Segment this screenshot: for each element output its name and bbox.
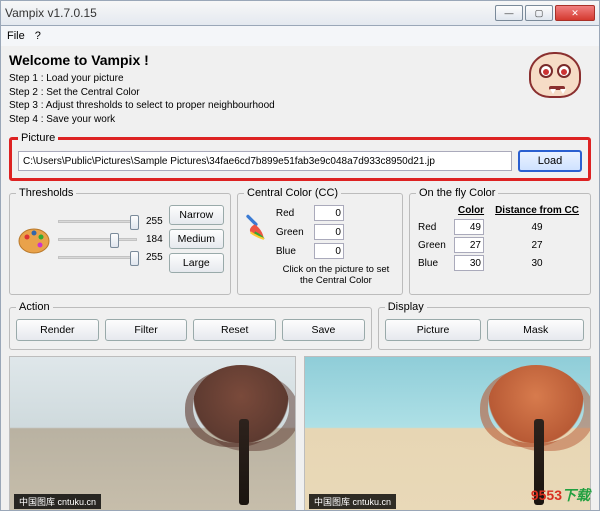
close-button[interactable]: ✕ [555,5,595,21]
medium-button[interactable]: Medium [169,229,224,249]
titlebar: Vampix v1.7.0.15 — ▢ ✕ [0,0,600,26]
save-button[interactable]: Save [282,319,365,341]
fly-blue-label: Blue [416,254,452,272]
fly-blue-value [454,255,484,271]
picture-legend: Picture [18,132,58,144]
thresholds-legend: Thresholds [16,187,76,199]
central-color-group: Central Color (CC) Red Green Blue Click … [237,187,403,295]
thresholds-group: Thresholds 255 184 255 Narrow Medium Lar… [9,187,231,295]
fly-col-color: Color [452,205,490,218]
action-legend: Action [16,301,53,313]
threshold-value-3: 255 [141,252,163,263]
step-line: Step 4 : Save your work [9,113,591,127]
palette-icon [16,221,52,257]
picture-group: Picture Load [9,132,591,181]
menu-file[interactable]: File [7,30,25,42]
picture-path-input[interactable] [18,151,512,171]
step-line: Step 3 : Adjust thresholds to select to … [9,99,591,113]
fly-col-dist: Distance from CC [490,205,584,218]
render-button[interactable]: Render [16,319,99,341]
vampire-mascot-icon [529,52,583,106]
fly-green-dist: 27 [490,236,584,254]
client-area: Welcome to Vampix ! Step 1 : Load your p… [0,46,600,511]
cc-red-value[interactable] [314,205,344,221]
cc-red-label: Red [276,208,308,219]
threshold-slider-1[interactable] [58,220,137,223]
fly-blue-dist: 30 [490,254,584,272]
threshold-slider-3[interactable] [58,256,137,259]
cc-blue-label: Blue [276,246,308,257]
menu-help[interactable]: ? [35,30,41,42]
minimize-button[interactable]: — [495,5,523,21]
site-brand: 9553下载 [531,485,590,505]
cc-green-value[interactable] [314,224,344,240]
watermark-left: 中国图库 cntuku.cn [14,494,101,509]
filter-button[interactable]: Filter [105,319,188,341]
fly-red-label: Red [416,218,452,236]
fly-color-legend: On the fly Color [416,187,498,199]
fly-red-dist: 49 [490,218,584,236]
display-picture-button[interactable]: Picture [385,319,482,341]
cc-green-label: Green [276,227,308,238]
central-color-legend: Central Color (CC) [244,187,341,199]
threshold-value-2: 184 [141,234,163,245]
fly-green-label: Green [416,236,452,254]
display-legend: Display [385,301,427,313]
display-group: Display Picture Mask [378,301,591,350]
watermark-right: 中国图库 cntuku.cn [309,494,396,509]
cc-blue-value[interactable] [314,243,344,259]
fly-red-value [454,219,484,235]
preview-left[interactable]: 中国图库 cntuku.cn [9,356,296,511]
maximize-button[interactable]: ▢ [525,5,553,21]
reset-button[interactable]: Reset [193,319,276,341]
step-line: Step 1 : Load your picture [9,72,591,86]
menubar: File ? [0,26,600,46]
fly-color-group: On the fly Color ColorDistance from CC R… [409,187,591,295]
narrow-button[interactable]: Narrow [169,205,224,225]
fly-green-value [454,237,484,253]
step-line: Step 2 : Set the Central Color [9,86,591,100]
action-group: Action Render Filter Reset Save [9,301,372,350]
load-button[interactable]: Load [518,150,582,172]
welcome-heading: Welcome to Vampix ! [9,52,591,68]
threshold-slider-2[interactable] [58,238,137,241]
threshold-value-1: 255 [141,216,163,227]
paintbrush-icon [244,205,268,249]
display-mask-button[interactable]: Mask [487,319,584,341]
large-button[interactable]: Large [169,253,224,273]
welcome-steps: Step 1 : Load your picture Step 2 : Set … [9,72,591,126]
cc-hint: Click on the picture to set the Central … [276,264,396,286]
window-title: Vampix v1.7.0.15 [5,6,97,20]
